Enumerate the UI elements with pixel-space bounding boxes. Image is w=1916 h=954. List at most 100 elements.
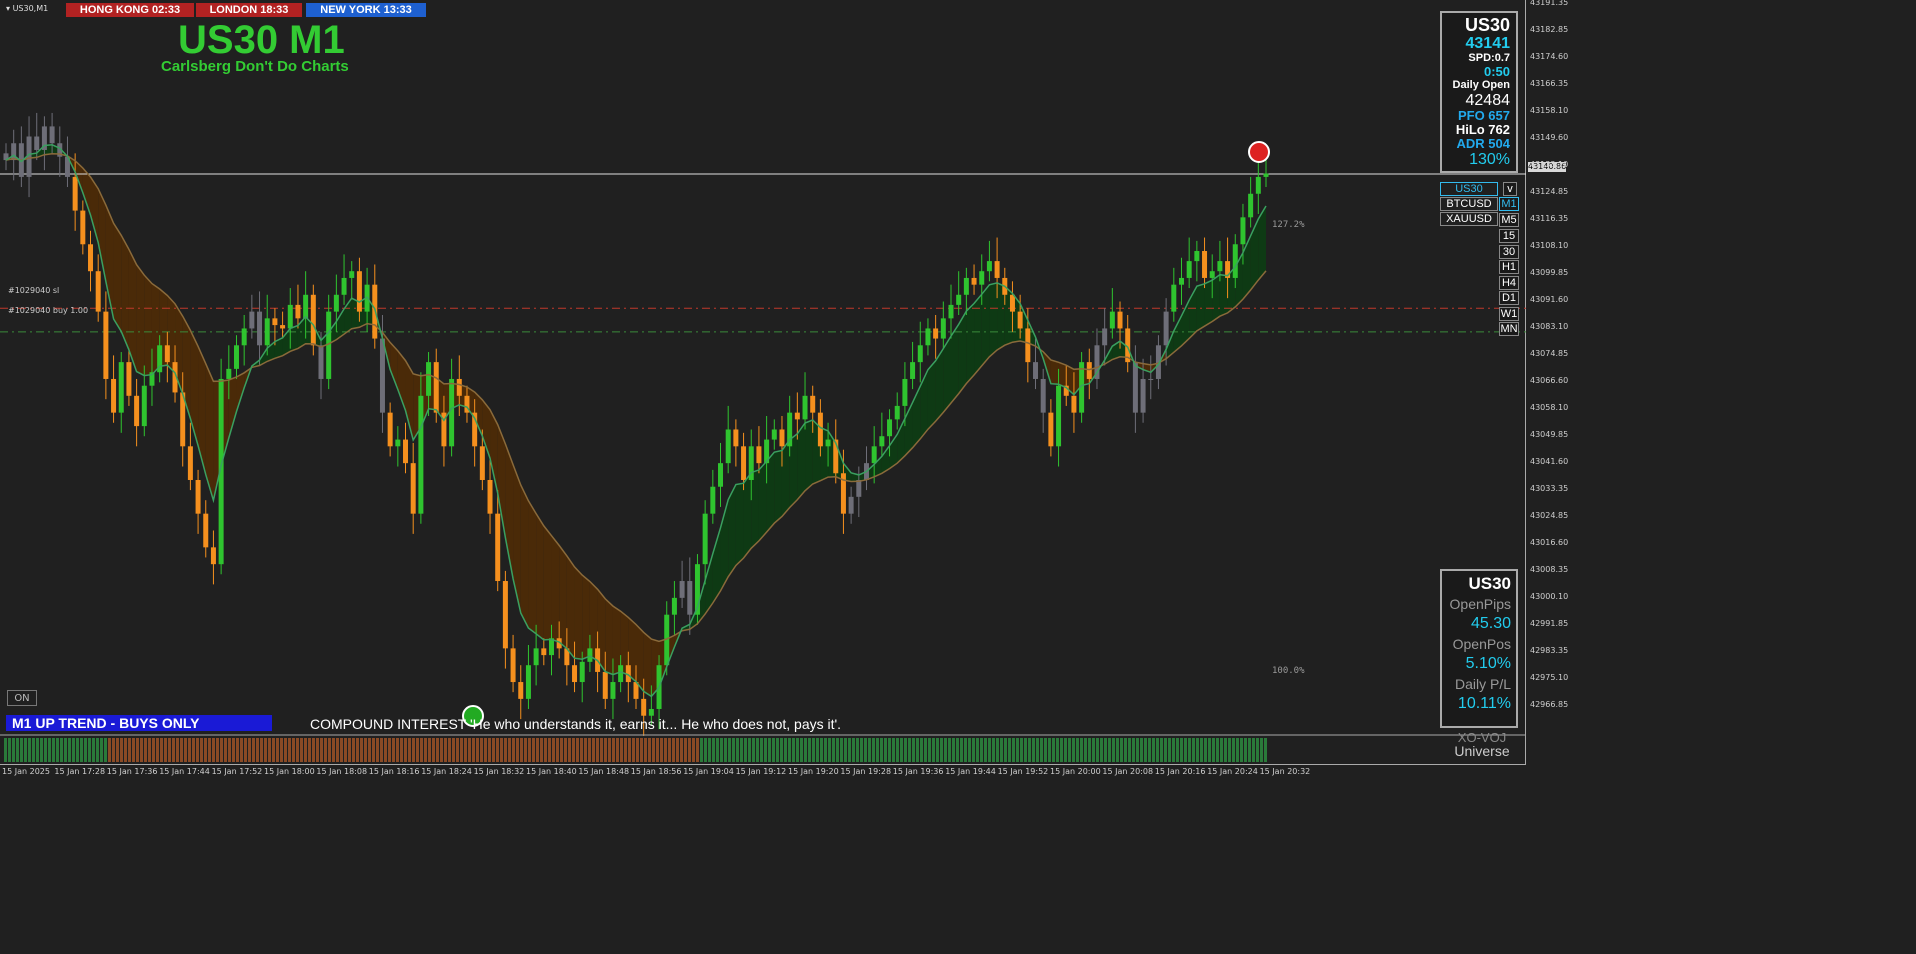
histogram-bar (204, 738, 207, 762)
ma-ribbon-segment (1050, 360, 1059, 385)
histogram-bar (756, 738, 759, 762)
histogram-bar (1216, 738, 1219, 762)
histogram-bar (108, 738, 111, 762)
histogram-bar (76, 738, 79, 762)
histogram-bar (1184, 738, 1187, 762)
ma-ribbon-segment (582, 575, 590, 660)
histogram-bar (460, 738, 463, 762)
candle-body (410, 463, 416, 514)
histogram-bar (180, 738, 183, 762)
session-new-york: NEW YORK 13:33 (306, 3, 426, 17)
x-tick-label: 15 Jan 19:28 (840, 767, 892, 776)
price-chart[interactable] (0, 0, 1526, 765)
histogram-bar (584, 738, 587, 762)
x-tick-label: 15 Jan 20:16 (1154, 767, 1206, 776)
symbol-button-btcusd[interactable]: BTCUSD (1440, 197, 1498, 211)
symbol-toggle-button[interactable]: v (1503, 182, 1517, 196)
candle-body (802, 395, 808, 420)
histogram-bar (872, 738, 875, 762)
histogram-bar (648, 738, 651, 762)
histogram-bar (1080, 738, 1083, 762)
y-tick-label: 43000.10 (1530, 592, 1569, 601)
x-tick-label: 15 Jan 20:32 (1259, 767, 1311, 776)
histogram-bar (288, 738, 291, 762)
histogram-bar (892, 738, 895, 762)
candle-body (1017, 311, 1023, 329)
candle-body (610, 682, 616, 699)
histogram-bar (556, 738, 559, 762)
histogram-bar (376, 738, 379, 762)
histogram-bar (280, 738, 283, 762)
histogram-bar (524, 738, 527, 762)
histogram-bar (188, 738, 191, 762)
histogram-bar (700, 738, 703, 762)
chart-area[interactable] (0, 0, 1526, 765)
candle-body (1033, 362, 1039, 379)
histogram-bar (104, 738, 107, 762)
histogram-bar (596, 738, 599, 762)
brand-line2: Universe (1454, 743, 1510, 759)
info-pfo: PFO 657 (1457, 108, 1510, 123)
candle-body (1048, 412, 1054, 447)
histogram-bar (1196, 738, 1199, 762)
on-button[interactable]: ON (7, 690, 37, 706)
tf-button-30[interactable]: 30 (1499, 245, 1519, 259)
candle-body (856, 479, 862, 497)
candle-body (479, 446, 485, 480)
candle-body (1132, 362, 1138, 413)
ma-ribbon-segment (743, 472, 752, 559)
histogram-bar (464, 738, 467, 762)
histogram-bar (1064, 738, 1067, 762)
ma-ribbon-segment (966, 303, 975, 384)
candle-body (940, 318, 946, 339)
y-tick-label: 43166.35 (1530, 79, 1569, 88)
candle-body (1202, 251, 1208, 278)
histogram-bar (944, 738, 947, 762)
histogram-bar (624, 738, 627, 762)
tf-button-mn[interactable]: MN (1499, 322, 1519, 336)
candle-body (548, 638, 554, 656)
candle-body (487, 479, 493, 514)
histogram-bar (860, 738, 863, 762)
candle-body (994, 261, 1000, 278)
symbol-button-xauusd[interactable]: XAUUSD (1440, 212, 1498, 226)
histogram-bar (28, 738, 31, 762)
histogram-bar (1120, 738, 1123, 762)
candle-body (718, 463, 724, 487)
tf-button-m5[interactable]: M5 (1499, 213, 1519, 227)
x-tick-label: 15 Jan 18:40 (526, 767, 577, 776)
tf-button-w1[interactable]: W1 (1499, 307, 1519, 321)
histogram-bar (68, 738, 71, 762)
candle-body (587, 648, 593, 662)
histogram-bar (48, 738, 51, 762)
candle-body (910, 362, 916, 379)
tf-button-h1[interactable]: H1 (1499, 260, 1519, 274)
histogram-bar (124, 738, 127, 762)
histogram-bar (704, 738, 707, 762)
histogram-bar (128, 738, 131, 762)
y-tick-label: 42966.85 (1530, 700, 1569, 709)
histogram-bar (388, 738, 391, 762)
histogram-bar (116, 738, 119, 762)
candle-body (825, 439, 831, 447)
histogram-bar (328, 738, 331, 762)
histogram-bar (160, 738, 163, 762)
tf-button-15[interactable]: 15 (1499, 229, 1519, 243)
tf-button-d1[interactable]: D1 (1499, 291, 1519, 305)
histogram-bar (916, 738, 919, 762)
histogram-bar (1084, 738, 1087, 762)
candle-body (733, 429, 739, 447)
ma-ribbon-segment (1204, 280, 1213, 327)
histogram-bar (680, 738, 683, 762)
quote-text: COMPOUND INTEREST 'He who understands it… (310, 716, 842, 732)
tf-button-h4[interactable]: H4 (1499, 276, 1519, 290)
histogram-bar (412, 738, 415, 762)
tf-button-m1[interactable]: M1 (1499, 197, 1519, 211)
histogram-bar (952, 738, 955, 762)
histogram-bar (360, 738, 363, 762)
symbol-button-us30[interactable]: US30 (1440, 182, 1498, 196)
histogram-bar (528, 738, 531, 762)
histogram-bar (696, 738, 699, 762)
candle-body (164, 345, 170, 363)
histogram-bar (536, 738, 539, 762)
